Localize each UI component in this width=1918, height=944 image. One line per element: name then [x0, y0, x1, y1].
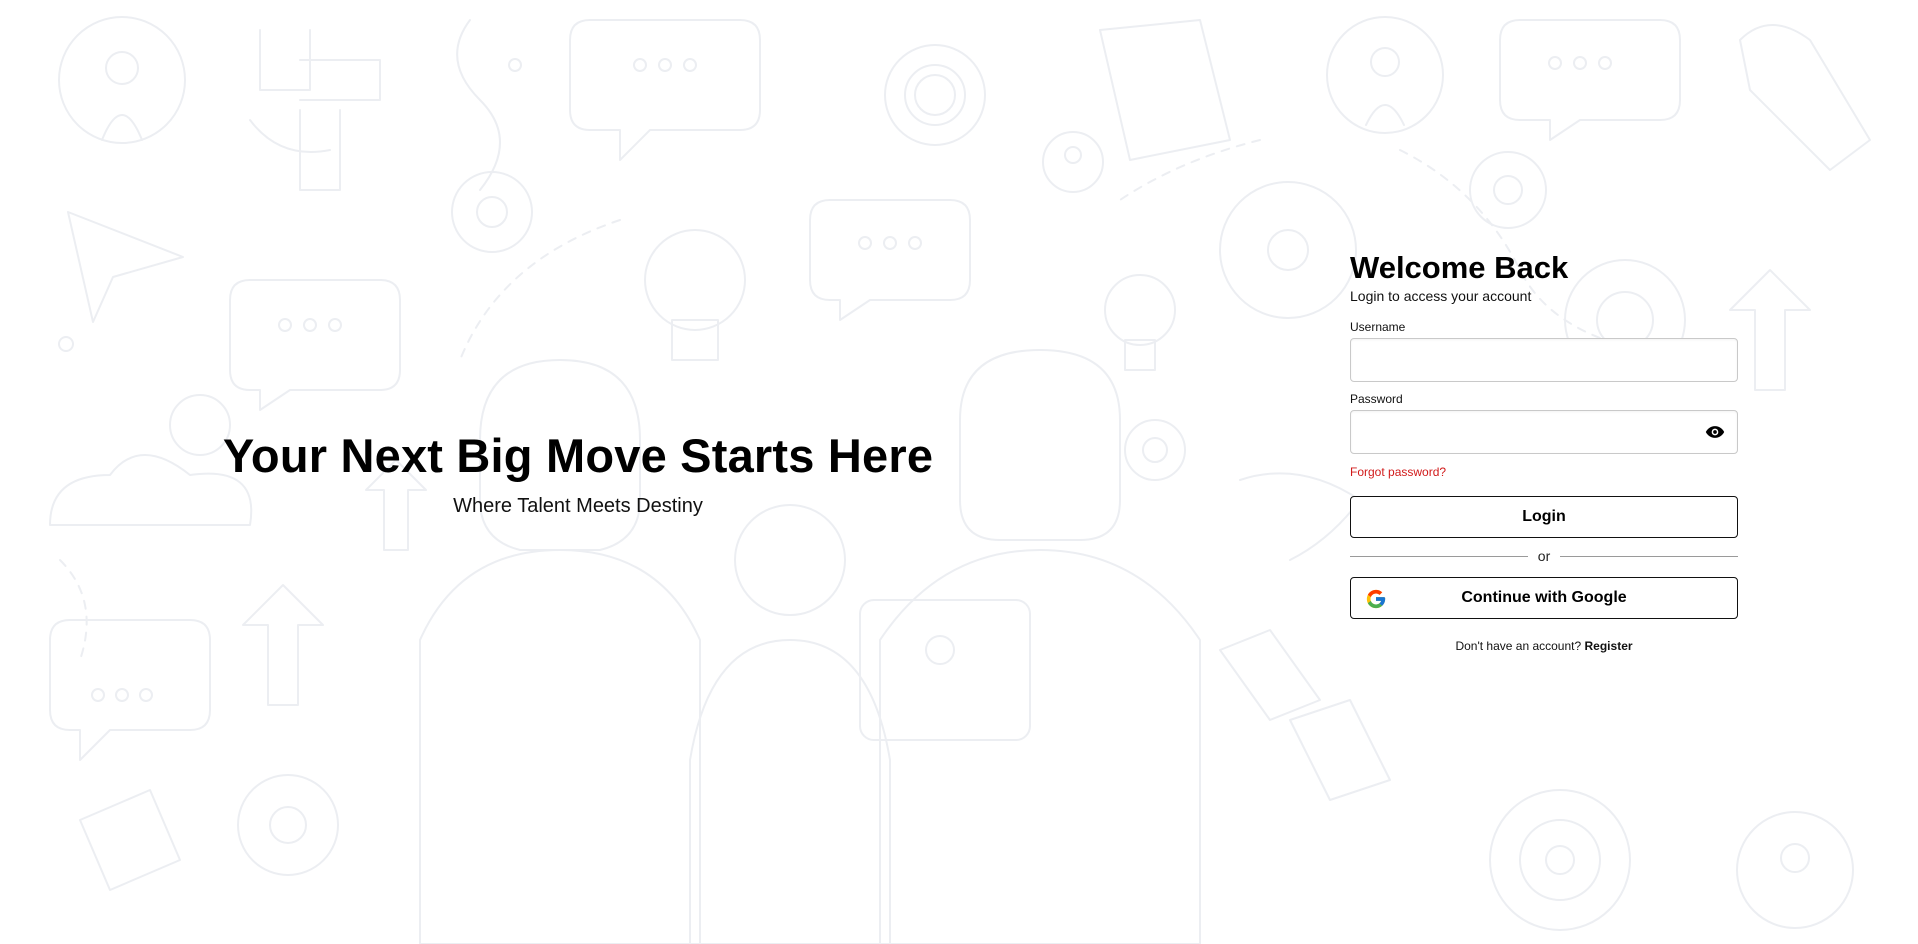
login-button[interactable]: Login [1350, 496, 1738, 538]
google-login-button[interactable]: Continue with Google [1350, 577, 1738, 619]
hero-title: Your Next Big Move Starts Here [222, 429, 934, 482]
password-label: Password [1350, 392, 1403, 406]
divider-line-left [1350, 555, 1528, 557]
register-link[interactable]: Register [1585, 639, 1633, 653]
login-subheading: Login to access your account [1350, 288, 1532, 304]
username-input[interactable] [1351, 339, 1737, 381]
google-button-label: Continue with Google [1461, 589, 1627, 606]
divider-line-right [1560, 555, 1739, 557]
google-logo-icon [1365, 588, 1387, 610]
login-form: Welcome Back Login to access your accoun… [1350, 250, 1739, 653]
divider-text: or [1537, 548, 1551, 564]
hero-section: Your Next Big Move Starts Here Where Tal… [178, 428, 978, 518]
hero-subtitle: Where Talent Meets Destiny [453, 495, 703, 517]
password-field-wrapper [1350, 410, 1738, 454]
login-page: Your Next Big Move Starts Here Where Tal… [0, 0, 1918, 944]
no-account-text: Don't have an account? [1455, 639, 1582, 653]
password-input[interactable] [1351, 411, 1737, 453]
eye-icon[interactable] [1705, 422, 1725, 442]
register-prompt: Don't have an account? Register [1350, 639, 1738, 653]
or-divider: or [1350, 548, 1739, 564]
username-field-wrapper [1350, 338, 1738, 382]
login-button-label: Login [1522, 508, 1566, 525]
login-heading: Welcome Back [1350, 250, 1569, 285]
forgot-password-link[interactable]: Forgot password? [1350, 465, 1446, 479]
username-label: Username [1350, 320, 1406, 334]
